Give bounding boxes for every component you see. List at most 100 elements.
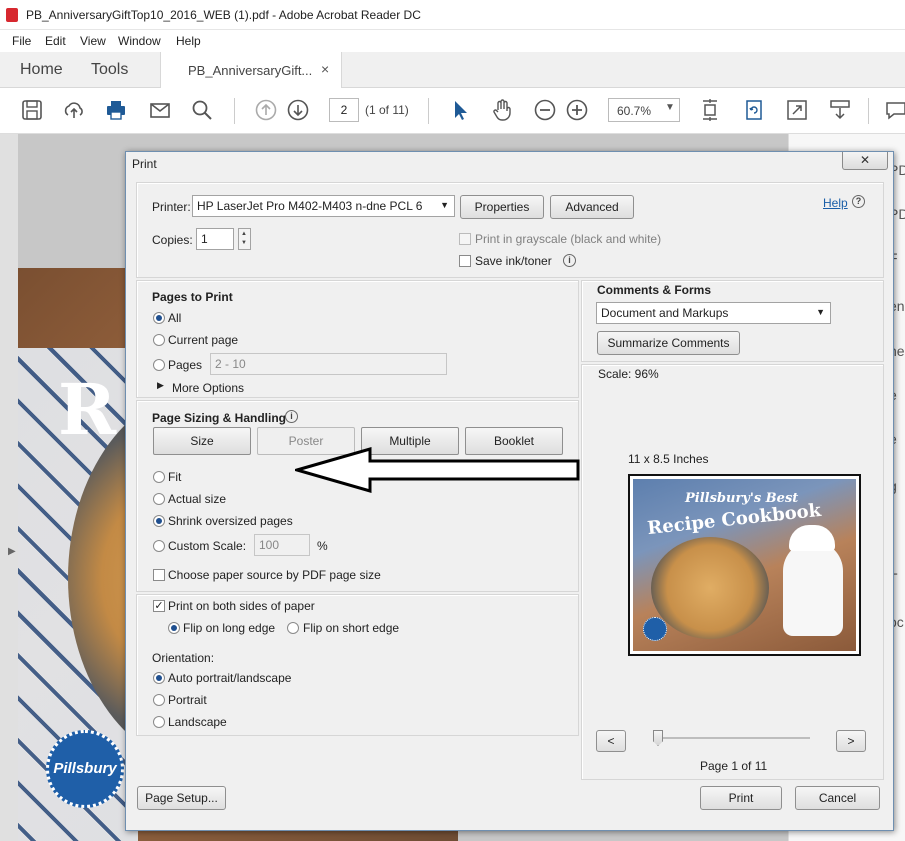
rotate-icon[interactable]	[742, 98, 766, 122]
tab-tools[interactable]: Tools	[91, 61, 128, 79]
both-sides-checkbox[interactable]: ✓	[153, 600, 165, 612]
orientation-heading: Orientation:	[152, 651, 215, 665]
save-ink-checkbox[interactable]	[459, 255, 471, 267]
page-up-icon[interactable]	[254, 98, 278, 122]
page-down-icon[interactable]	[286, 98, 310, 122]
crescent-rolls-image	[651, 537, 769, 639]
comments-forms-panel: Comments & Forms Document and Markups ▼ …	[581, 280, 884, 362]
toolbar-separator	[234, 98, 235, 124]
comments-forms-heading: Comments & Forms	[597, 283, 712, 297]
dialog-title: Print	[132, 157, 157, 171]
next-page-button[interactable]: >	[836, 730, 866, 752]
actual-size-radio[interactable]	[153, 493, 165, 505]
menu-edit[interactable]: Edit	[45, 34, 66, 48]
page-number-input[interactable]: 2	[329, 98, 359, 122]
toolbar-separator	[428, 98, 429, 124]
menu-help[interactable]: Help	[176, 34, 201, 48]
print-button[interactable]: Print	[700, 786, 782, 810]
zoom-in-icon[interactable]	[565, 98, 589, 122]
copies-stepper[interactable]: ▲ ▼	[238, 228, 251, 250]
custom-scale-label: Custom Scale:	[168, 539, 247, 553]
flip-short-edge-radio[interactable]	[287, 622, 299, 634]
pages-range-input[interactable]: 2 - 10	[210, 353, 447, 375]
page-setup-button[interactable]: Page Setup...	[137, 786, 226, 810]
custom-scale-radio[interactable]	[153, 540, 165, 552]
chef-hat-image	[789, 525, 835, 551]
fit-page-icon[interactable]	[698, 98, 722, 122]
copies-input[interactable]: 1	[196, 228, 234, 250]
flip-short-edge-label: Flip on short edge	[303, 621, 400, 635]
menu-file[interactable]: File	[12, 34, 31, 48]
help-link[interactable]: Help	[823, 196, 848, 210]
paper-source-checkbox[interactable]	[153, 569, 165, 581]
zoom-out-icon[interactable]	[533, 98, 557, 122]
chevron-down-icon: ▼	[816, 307, 825, 317]
hand-tool-icon[interactable]	[490, 98, 514, 122]
more-options-toggle[interactable]: More Options	[172, 381, 244, 395]
shrink-oversized-label: Shrink oversized pages	[168, 514, 293, 528]
printer-panel: Printer: HP LaserJet Pro M402-M403 n-dne…	[136, 182, 884, 278]
info-icon[interactable]: i	[563, 254, 576, 267]
properties-button[interactable]: Properties	[460, 195, 544, 219]
current-page-radio[interactable]	[153, 334, 165, 346]
comment-icon[interactable]	[884, 98, 905, 122]
read-mode-icon[interactable]	[828, 98, 852, 122]
print-icon[interactable]	[104, 98, 128, 122]
previous-page-button[interactable]: <	[596, 730, 626, 752]
current-page-label: Current page	[168, 333, 239, 347]
advanced-button[interactable]: Advanced	[550, 195, 634, 219]
copies-label: Copies:	[152, 233, 193, 247]
paper-size-label: 11 x 8.5 Inches	[628, 452, 709, 466]
search-icon[interactable]	[190, 98, 214, 122]
printer-select[interactable]: HP LaserJet Pro M402-M403 n-dne PCL 6 ▼	[192, 195, 455, 217]
pages-range-label: Pages	[168, 358, 203, 372]
window-title: PB_AnniversaryGiftTop10_2016_WEB (1).pdf…	[26, 8, 421, 22]
cancel-button[interactable]: Cancel	[795, 786, 880, 810]
chevron-down-icon: ▼	[241, 240, 247, 246]
both-sides-label: Print on both sides of paper	[168, 599, 315, 613]
zoom-select[interactable]: 60.7% ▼	[608, 98, 680, 122]
chevron-down-icon: ▼	[440, 200, 449, 210]
landscape-label: Landscape	[168, 715, 227, 729]
auto-orientation-radio[interactable]	[153, 672, 165, 684]
menu-view[interactable]: View	[80, 34, 106, 48]
menu-window[interactable]: Window	[118, 34, 161, 48]
cookbook-cover-image: Pillsbury's Best Recipe Cookbook	[633, 479, 856, 651]
expand-triangle-icon[interactable]: ▶	[157, 380, 164, 391]
full-screen-icon[interactable]	[785, 98, 809, 122]
duplex-orientation-panel: ✓ Print on both sides of paper Flip on l…	[136, 594, 579, 736]
close-tab-icon[interactable]: ×	[321, 61, 329, 77]
summarize-comments-button[interactable]: Summarize Comments	[597, 331, 740, 355]
landscape-radio[interactable]	[153, 716, 165, 728]
pages-range-radio[interactable]	[153, 359, 165, 371]
save-icon[interactable]	[20, 98, 44, 122]
close-icon: ✕	[859, 153, 871, 167]
page-sizing-heading: Page Sizing & Handling	[152, 411, 287, 425]
email-icon[interactable]	[148, 98, 172, 122]
info-icon[interactable]: i	[285, 410, 298, 423]
flip-long-edge-radio[interactable]	[168, 622, 180, 634]
tab-home[interactable]: Home	[20, 61, 63, 79]
close-dialog-button[interactable]: ✕	[842, 152, 888, 170]
comments-forms-select[interactable]: Document and Markups ▼	[596, 302, 831, 324]
expand-left-panel-icon[interactable]: ▶	[8, 546, 16, 557]
all-pages-radio[interactable]	[153, 312, 165, 324]
shrink-oversized-radio[interactable]	[153, 515, 165, 527]
pillsbury-seal-icon	[643, 617, 667, 641]
page-sizing-panel: Page Sizing & Handling i Size Poster Mul…	[136, 400, 579, 592]
portrait-radio[interactable]	[153, 694, 165, 706]
portrait-label: Portrait	[168, 693, 207, 707]
fit-radio[interactable]	[153, 471, 165, 483]
help-icon[interactable]: ?	[852, 195, 865, 208]
page-count: (1 of 11)	[365, 103, 409, 117]
size-button[interactable]: Size	[153, 427, 251, 455]
custom-scale-input[interactable]: 100	[254, 534, 310, 556]
pages-to-print-panel: Pages to Print All Current page Pages 2 …	[136, 280, 579, 398]
cloud-upload-icon[interactable]	[62, 98, 86, 122]
select-pointer-icon[interactable]	[448, 98, 472, 122]
tab-document[interactable]: PB_AnniversaryGift... ×	[160, 52, 342, 88]
save-ink-label: Save ink/toner	[475, 254, 552, 268]
actual-size-label: Actual size	[168, 492, 227, 506]
scale-label: Scale: 96%	[598, 367, 659, 381]
grayscale-checkbox[interactable]	[459, 233, 471, 245]
